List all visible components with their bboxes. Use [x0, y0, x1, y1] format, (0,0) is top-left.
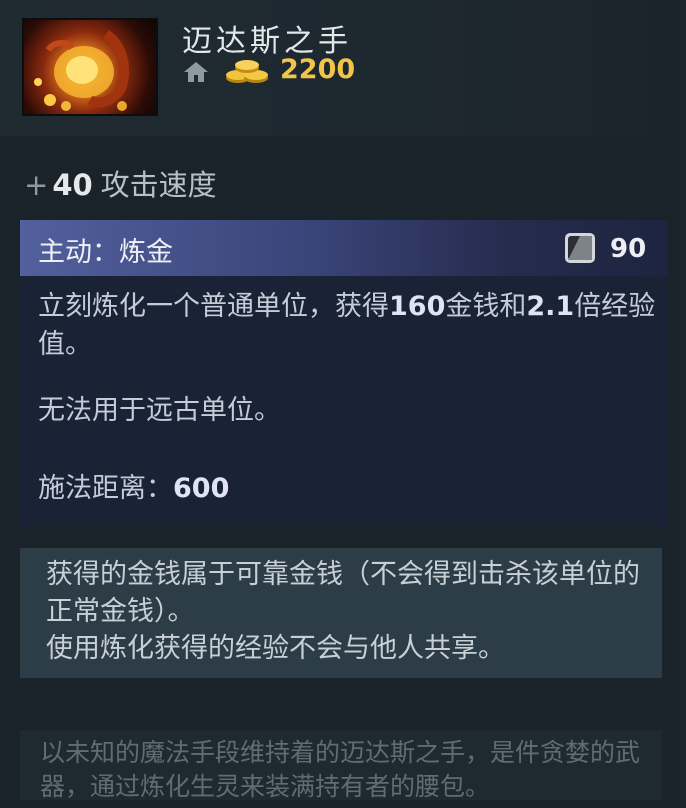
active-ability-panel: 主动：炼金 90 立刻炼化一个普通单位，获得160金钱和2.1倍经验值。 无法用…: [20, 220, 668, 526]
note-text: 获得的金钱属于可靠金钱（不会得到击杀该单位的正常金钱）。 使用炼化获得的经验不会…: [46, 556, 646, 667]
cast-range: 施法距离：600: [38, 470, 229, 508]
desc-text: 立刻炼化一个普通单位，获得: [38, 291, 389, 322]
item-lore: 以未知的魔法手段维持着的迈达斯之手，是件贪婪的武器，通过炼化生灵来装满持有者的腰…: [20, 730, 662, 801]
desc-text: 金钱和: [445, 291, 527, 322]
item-header: 迈达斯之手 2200: [0, 0, 686, 136]
ability-title: 主动：炼金: [38, 237, 173, 268]
note-line: 获得的金钱属于可靠金钱（不会得到击杀该单位的正常金钱）。: [46, 559, 640, 627]
note-line: 使用炼化获得的经验不会与他人共享。: [46, 633, 505, 664]
cast-range-value: 600: [173, 473, 230, 504]
ability-header: 主动：炼金 90: [20, 220, 668, 276]
xp-multiplier: 2.1: [526, 291, 575, 322]
midas-hand-icon: [22, 18, 158, 116]
item-note: 获得的金钱属于可靠金钱（不会得到击杀该单位的正常金钱）。 使用炼化获得的经验不会…: [20, 548, 662, 678]
ability-description: 立刻炼化一个普通单位，获得160金钱和2.1倍经验值。: [38, 288, 658, 364]
gold-coins-icon: [226, 60, 268, 83]
item-cost: 2200: [280, 54, 356, 85]
cooldown-value: 90: [610, 234, 647, 264]
gold-value: 160: [389, 291, 446, 322]
cast-range-label: 施法距离：: [38, 473, 173, 504]
home-icon: [184, 62, 208, 82]
stat-value: 40: [52, 168, 93, 202]
cooldown-icon: [565, 233, 595, 263]
stat-label: 攻击速度: [100, 168, 217, 202]
ability-restriction: 无法用于远古单位。: [38, 395, 281, 426]
stat-plus: +: [24, 168, 49, 202]
lore-text: 以未知的魔法手段维持着的迈达斯之手，是件贪婪的武器，通过炼化生灵来装满持有者的腰…: [40, 738, 641, 801]
stat-bonus: +40 攻击速度: [24, 162, 217, 204]
